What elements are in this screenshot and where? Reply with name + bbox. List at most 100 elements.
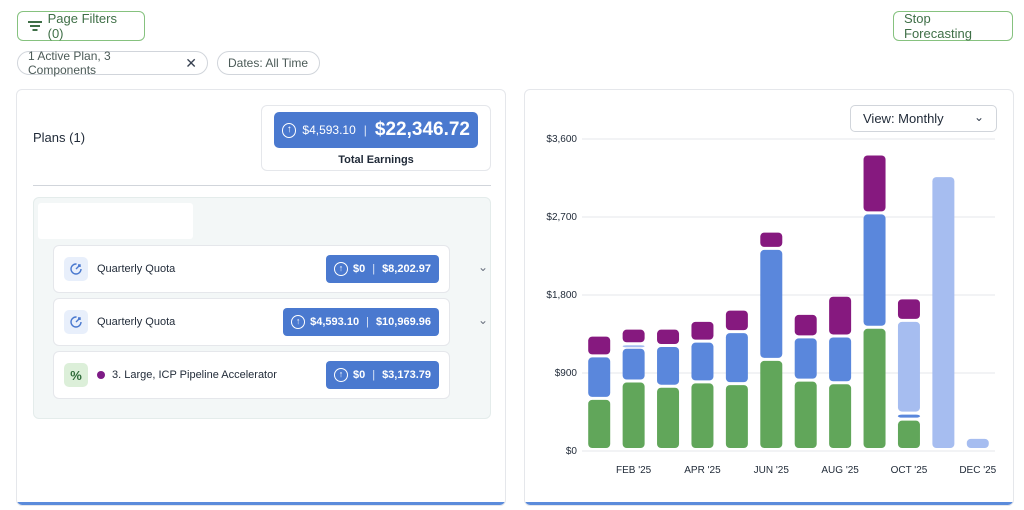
x-tick-label: JUN '25 xyxy=(754,465,790,476)
page-filters-button[interactable]: Page Filters (0) xyxy=(17,11,145,41)
x-tick-label: DEC '25 xyxy=(959,465,996,476)
component-delta: $0 xyxy=(352,369,366,381)
bar-segment[interactable] xyxy=(691,321,714,340)
quota-icon xyxy=(64,310,88,334)
y-tick-label: $0 xyxy=(566,446,578,457)
plan-components-list: Quarterly Quota ↑ $0 | $8,202.97 ⌄ Quart… xyxy=(33,197,491,419)
earnings-chart-panel: $0 $900 $1,800 $2,700 $3,600 FEB '25 APR '25 JU… xyxy=(524,89,1014,506)
filter-chip-dates[interactable]: Dates: All Time xyxy=(217,51,320,75)
total-earnings-amount: $22,346.72 xyxy=(374,119,470,140)
total-earnings-pill: ↑ $4,593.10 | $22,346.72 xyxy=(274,112,478,148)
total-earnings-label: Total Earnings xyxy=(338,154,414,166)
page-toolbar: Page Filters (0) Stop Forecasting 1 Acti… xyxy=(0,0,1024,88)
component-label: Quarterly Quota xyxy=(97,316,176,328)
component-amount: $8,202.97 xyxy=(382,263,431,275)
y-tick-label: $2,700 xyxy=(546,212,577,223)
chevron-down-icon[interactable]: ⌄ xyxy=(478,260,488,274)
component-earnings-pill: ↑ $0 | $3,173.79 xyxy=(325,361,439,389)
bar-segment[interactable] xyxy=(691,383,714,448)
arrow-up-icon: ↑ xyxy=(333,262,348,276)
bar-segment[interactable] xyxy=(588,399,611,448)
bar-segment[interactable] xyxy=(829,337,852,382)
x-tick-label: APR '25 xyxy=(684,465,721,476)
bar-segment[interactable] xyxy=(622,382,645,448)
component-name: 3. Large, ICP Pipeline Accelerator xyxy=(112,369,277,381)
component-delta: $4,593.10 xyxy=(310,316,360,328)
total-earnings-card: ↑ $4,593.10 | $22,346.72 Total Earnings xyxy=(261,105,491,171)
bar-segment[interactable] xyxy=(863,328,886,448)
x-tick-label: AUG '25 xyxy=(821,465,859,476)
quota-icon xyxy=(64,257,88,281)
y-tick-label: $900 xyxy=(555,368,578,379)
arrow-up-icon: ↑ xyxy=(333,368,348,382)
filter-chip-plans[interactable]: 1 Active Plan, 3 Components ✕ xyxy=(17,49,208,77)
color-dot xyxy=(97,371,105,380)
y-tick-label: $3,600 xyxy=(546,134,577,145)
bar-segment[interactable] xyxy=(863,214,886,326)
close-icon[interactable]: ✕ xyxy=(185,55,197,72)
bar-segment[interactable] xyxy=(829,296,852,335)
separator: | xyxy=(366,316,369,328)
plan-tab[interactable] xyxy=(38,203,193,239)
plan-component-row[interactable]: Quarterly Quota ↑ $4,593.10 | $10,969.96… xyxy=(53,298,488,346)
separator: | xyxy=(372,369,376,381)
bar-segment[interactable] xyxy=(657,329,680,344)
bar-segment[interactable] xyxy=(622,345,645,348)
earnings-bar-chart: $0 $900 $1,800 $2,700 $3,600 FEB '25 APR '25 JU… xyxy=(546,134,996,476)
bar-segment[interactable] xyxy=(725,385,748,448)
stop-forecasting-button[interactable]: Stop Forecasting xyxy=(893,11,1013,41)
bar-segment[interactable] xyxy=(897,420,920,448)
total-earnings-delta: $4,593.10 xyxy=(302,123,356,137)
bar-segment[interactable] xyxy=(966,438,989,448)
bar-segment[interactable] xyxy=(897,299,920,319)
component-earnings-pill: ↑ $0 | $8,202.97 xyxy=(325,255,439,283)
plan-component-row[interactable]: % 3. Large, ICP Pipeline Accelerator ↑ $… xyxy=(53,351,450,399)
plans-panel: Plans (1) ↑ $4,593.10 | $22,346.72 Total… xyxy=(16,89,506,506)
component-delta: $0 xyxy=(352,263,366,275)
bar-segment[interactable] xyxy=(622,329,645,343)
bar-segment[interactable] xyxy=(622,348,645,380)
arrow-up-icon: ↑ xyxy=(282,122,297,138)
bar-segment[interactable] xyxy=(588,336,611,355)
component-amount: $10,969.96 xyxy=(375,316,431,328)
separator: | xyxy=(363,123,367,137)
component-amount: $3,173.79 xyxy=(382,369,431,381)
bar-segment[interactable] xyxy=(725,333,748,383)
chevron-down-icon: ⌄ xyxy=(973,110,984,124)
bar-segment[interactable] xyxy=(897,321,920,412)
view-select-label: View: Monthly xyxy=(863,111,944,126)
plans-title: Plans (1) xyxy=(33,130,86,145)
bar-segment[interactable] xyxy=(863,155,886,212)
bar-segment[interactable] xyxy=(760,232,783,247)
component-earnings-pill: ↑ $4,593.10 | $10,969.96 xyxy=(283,308,439,336)
bar-segment[interactable] xyxy=(760,360,783,448)
bar-segment[interactable] xyxy=(691,342,714,381)
filter-icon xyxy=(27,20,42,32)
chevron-down-icon[interactable]: ⌄ xyxy=(478,313,488,327)
view-select[interactable]: View: Monthly ⌄ xyxy=(850,105,997,132)
bar-segment[interactable] xyxy=(794,314,817,336)
plan-component-row[interactable]: Quarterly Quota ↑ $0 | $8,202.97 ⌄ xyxy=(53,245,488,293)
bar-segment[interactable] xyxy=(794,381,817,448)
bar-segment[interactable] xyxy=(725,310,748,331)
bar-segment[interactable] xyxy=(829,384,852,448)
x-tick-label: FEB '25 xyxy=(616,465,652,476)
filter-chip-label: Dates: All Time xyxy=(228,56,309,70)
bar-segment[interactable] xyxy=(657,387,680,448)
separator: | xyxy=(372,263,376,275)
page-filters-label: Page Filters (0) xyxy=(47,11,117,41)
bar-segment[interactable] xyxy=(932,177,955,448)
bar-segment[interactable] xyxy=(760,249,783,358)
bar-segment[interactable] xyxy=(794,338,817,379)
percent-icon: % xyxy=(64,363,88,387)
bar-segment[interactable] xyxy=(657,347,680,385)
component-label: Quarterly Quota xyxy=(97,263,176,275)
bar-segment[interactable] xyxy=(897,414,920,418)
divider xyxy=(33,185,491,186)
arrow-up-icon: ↑ xyxy=(291,315,306,329)
y-tick-label: $1,800 xyxy=(546,290,577,301)
x-tick-label: OCT '25 xyxy=(891,465,928,476)
component-label: 3. Large, ICP Pipeline Accelerator xyxy=(97,369,277,381)
filter-chip-label: 1 Active Plan, 3 Components xyxy=(28,49,111,77)
bar-segment[interactable] xyxy=(588,357,611,397)
